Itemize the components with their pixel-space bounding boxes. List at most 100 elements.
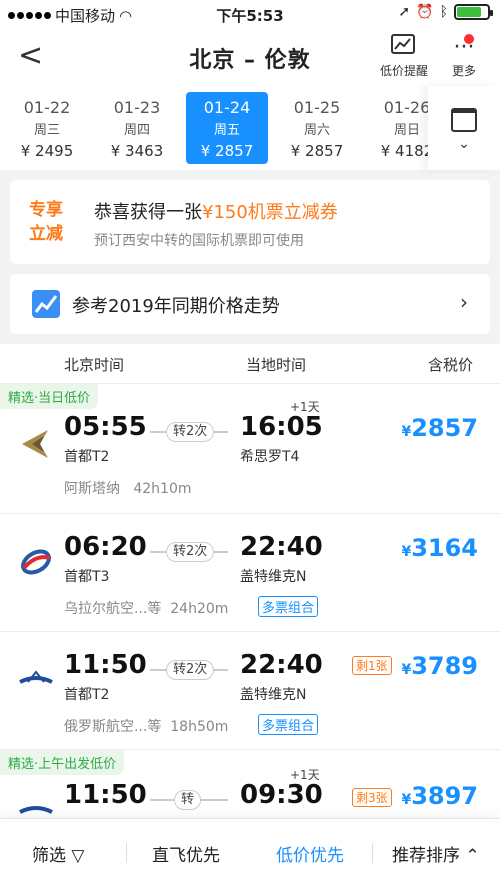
departure-terminal: 首都T3	[64, 569, 110, 585]
flight-duration: 18h50m	[170, 719, 229, 735]
departure-time: 05:55	[64, 412, 147, 442]
date-price: ¥ 3463	[110, 142, 164, 160]
flight-price: ¥3789	[401, 652, 478, 680]
stops-indicator: 转	[150, 790, 228, 810]
ural-airlines-logo	[18, 544, 54, 580]
trend-text: 参考2019年同期价格走势	[72, 296, 280, 317]
date-label: 01-23	[113, 98, 161, 117]
stops-label: 转2次	[166, 422, 215, 442]
flight-meta: 乌拉尔航空...等 24h20m	[64, 598, 228, 618]
flight-badge: 精选·当日低价	[0, 384, 99, 409]
price-chart-icon	[380, 34, 428, 62]
date-item[interactable]: 01-25 周六 ¥ 2857	[276, 92, 358, 164]
promo-tag: 专享立减	[29, 200, 63, 244]
air-astana-logo	[18, 426, 54, 462]
departure-time: 06:20	[64, 532, 147, 562]
airline-name: 俄罗斯航空...等	[64, 719, 162, 735]
flight-row[interactable]: 11:50 首都T2 转2次 22:40 盖特维克N 剩1张 ¥3789 俄罗斯…	[0, 632, 500, 750]
currency: ¥	[401, 792, 412, 808]
flight-meta: 阿斯塔纳 42h10m	[64, 478, 192, 498]
stops-label: 转2次	[166, 660, 215, 680]
stops-label: 转2次	[166, 542, 215, 562]
chevron-down-icon: ⌄	[458, 136, 470, 152]
trend-chart-icon	[32, 290, 60, 318]
flight-price: ¥2857	[401, 414, 478, 442]
seats-left-badge: 剩3张	[352, 788, 392, 807]
arrival-time: 09:30	[240, 780, 323, 810]
nav-bar: < 北京 – 伦敦 低价提醒 ··· 更多	[0, 28, 500, 86]
promo-title-prefix: 恭喜获得一张	[94, 202, 202, 223]
more-label: 更多	[451, 64, 476, 78]
beijing-time-header: 北京时间	[64, 356, 125, 374]
weekday-label: 周四	[123, 123, 150, 138]
date-item[interactable]: 01-22 周三 ¥ 2495	[6, 92, 88, 164]
filter-icon: ▽	[71, 846, 85, 866]
currency: ¥	[401, 544, 412, 560]
airline-name: 阿斯塔纳	[64, 481, 120, 497]
flight-duration: 42h10m	[133, 481, 192, 497]
price-value: 2857	[411, 414, 478, 442]
date-item[interactable]: 01-23 周四 ¥ 3463	[96, 92, 178, 164]
low-price-first-tab[interactable]: 低价优先	[276, 841, 344, 866]
filter-label: 筛选	[32, 846, 66, 866]
airline-name: 乌拉尔航空...等	[64, 601, 162, 617]
alarm-icon: ⏰	[416, 4, 434, 20]
stops-indicator: 转2次	[150, 422, 228, 442]
arrival-terminal: 希思罗T4	[240, 449, 300, 465]
weekday-label: 周六	[303, 123, 330, 138]
promo-title-highlight: ¥150机票立减券	[202, 202, 338, 223]
date-price: ¥ 2857	[290, 142, 344, 160]
arrival-terminal: 盖特维克N	[240, 687, 307, 703]
date-price: ¥ 2495	[20, 142, 74, 160]
recommended-sort-button[interactable]: 推荐排序 ⌃	[392, 841, 480, 866]
departure-time: 11:50	[64, 780, 147, 810]
bluetooth-icon: ᛒ	[439, 4, 448, 20]
price-value: 3897	[411, 782, 478, 810]
tax-price-header: 含税价	[428, 356, 474, 374]
more-button[interactable]: ··· 更多	[446, 34, 482, 79]
promo-title: 恭喜获得一张¥150机票立减券	[94, 198, 338, 224]
flight-price: ¥3164	[401, 534, 478, 562]
direct-first-tab[interactable]: 直飞优先	[152, 841, 220, 866]
arrival-terminal: 盖特维克N	[240, 569, 307, 585]
date-label: 01-24	[203, 98, 251, 117]
seats-left-badge: 剩1张	[352, 656, 392, 675]
weekday-label: 周五	[213, 123, 240, 138]
recommended-label: 推荐排序	[392, 846, 460, 866]
price-trend-link[interactable]: 参考2019年同期价格走势 ›	[10, 274, 490, 334]
arrival-time: 22:40	[240, 532, 323, 562]
flight-badge: 精选·上午出发低价	[0, 750, 125, 775]
price-value: 3789	[411, 652, 478, 680]
notification-dot	[464, 34, 474, 44]
date-price: ¥ 2857	[200, 142, 254, 160]
aeroflot-logo	[18, 662, 54, 698]
departure-time: 11:50	[64, 650, 147, 680]
date-item-selected[interactable]: 01-24 周五 ¥ 2857	[186, 92, 268, 164]
chevron-up-icon: ⌃	[465, 846, 480, 866]
stops-indicator: 转2次	[150, 542, 228, 562]
local-time-header: 当地时间	[246, 356, 307, 374]
price-alert-button[interactable]: 低价提醒	[380, 34, 428, 79]
flight-price: ¥3897	[401, 782, 478, 810]
list-header: 北京时间 当地时间 含税价	[0, 344, 500, 384]
filter-button[interactable]: 筛选 ▽	[32, 841, 84, 866]
battery-icon	[454, 4, 493, 20]
flight-duration: 24h20m	[170, 601, 229, 617]
chevron-right-icon: ›	[460, 290, 468, 314]
stops-label: 转	[174, 790, 202, 810]
departure-terminal: 首都T2	[64, 687, 110, 703]
status-bar: 中国移动 ◠ 下午5:53 ➚ ⏰ ᛒ	[0, 0, 500, 28]
flight-row[interactable]: 06:20 首都T3 转2次 22:40 盖特维克N ¥3164 乌拉尔航空..…	[0, 514, 500, 632]
stops-indicator: 转2次	[150, 660, 228, 680]
currency: ¥	[401, 424, 412, 440]
calendar-button[interactable]: ⌄	[428, 86, 500, 170]
price-value: 3164	[411, 534, 478, 562]
currency: ¥	[401, 662, 412, 678]
coupon-banner[interactable]: 专享立减 恭喜获得一张¥150机票立减券 预订西安中转的国际机票即可使用	[10, 180, 490, 264]
date-strip: 01-22 周三 ¥ 2495 01-23 周四 ¥ 3463 01-24 周五…	[0, 86, 500, 170]
arrival-time: 16:05	[240, 412, 323, 442]
arrival-time: 22:40	[240, 650, 323, 680]
departure-terminal: 首都T2	[64, 449, 110, 465]
flight-row[interactable]: 精选·当日低价 05:55 首都T2 转2次 +1天 16:05 希思罗T4 ¥…	[0, 384, 500, 514]
flight-meta: 俄罗斯航空...等 18h50m	[64, 716, 228, 736]
